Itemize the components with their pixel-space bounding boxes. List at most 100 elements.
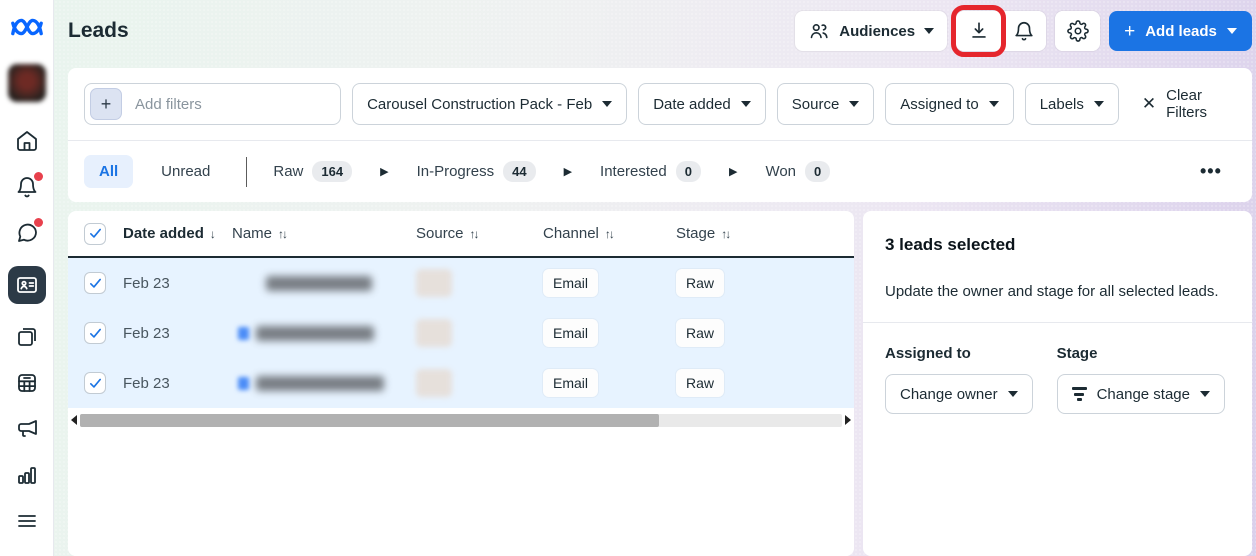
chevron-down-icon xyxy=(924,28,935,34)
cell-channel: Email xyxy=(543,319,676,347)
add-leads-button[interactable]: + Add leads xyxy=(1109,11,1252,51)
date-added-filter-label: Date added xyxy=(653,95,731,113)
contact-card-icon xyxy=(16,277,37,293)
sort-icon: ↑↓ xyxy=(604,226,615,241)
gear-icon xyxy=(1066,20,1089,42)
cell-source-redacted xyxy=(416,269,543,297)
column-header-channel[interactable]: Channel ↑↓ xyxy=(543,225,676,242)
tab-interested-count: 0 xyxy=(675,161,701,182)
column-header-date-added[interactable]: Date added ↓ xyxy=(123,225,232,242)
panel-divider xyxy=(863,322,1252,323)
source-filter-dropdown[interactable]: Source xyxy=(776,83,875,125)
table-row[interactable]: Feb 23 Email Raw xyxy=(68,358,854,408)
filter-bar: + Add filters Carousel Construction Pack… xyxy=(68,68,1252,141)
table-empty-space xyxy=(68,427,854,556)
settings-button[interactable] xyxy=(1055,11,1101,51)
tabs-overflow-menu[interactable]: ••• xyxy=(1200,161,1236,182)
left-sidebar xyxy=(0,0,54,556)
tab-raw[interactable]: Raw 164 xyxy=(267,161,358,182)
horizontal-scrollbar xyxy=(68,413,854,427)
sidebar-item-ads[interactable] xyxy=(14,416,40,442)
sort-icon: ↑↓ xyxy=(721,226,731,241)
cell-channel: Email xyxy=(543,369,676,397)
content-row: Date added ↓ Name ↑↓ Source ↑↓ Channel ↑… xyxy=(68,211,1252,556)
form-selector-dropdown[interactable]: Carousel Construction Pack - Feb xyxy=(352,83,628,125)
row-checkbox[interactable] xyxy=(84,372,106,394)
people-icon xyxy=(810,24,828,39)
sidebar-item-home[interactable] xyxy=(14,128,40,154)
change-owner-dropdown[interactable]: Change owner xyxy=(885,374,1033,414)
sidebar-item-messages[interactable] xyxy=(14,218,43,246)
labels-filter-dropdown[interactable]: Labels xyxy=(1024,83,1119,125)
assigned-to-filter-dropdown[interactable]: Assigned to xyxy=(885,83,1014,125)
labels-filter-label: Labels xyxy=(1039,95,1084,113)
sidebar-item-notifications[interactable] xyxy=(14,172,43,200)
scrollbar-track[interactable] xyxy=(80,413,842,427)
audiences-button[interactable]: Audiences xyxy=(795,11,948,51)
table-row[interactable]: Feb 23 Email Raw xyxy=(68,258,854,308)
sort-icon: ↑↓ xyxy=(469,226,480,241)
cell-stage: Raw xyxy=(676,319,854,347)
notification-badge xyxy=(33,172,43,181)
chevron-down-icon xyxy=(740,101,751,107)
notifications-button[interactable] xyxy=(1001,11,1047,51)
tab-all[interactable]: All xyxy=(84,155,134,188)
clear-filters-label: Clear Filters xyxy=(1166,87,1207,121)
megaphone-icon xyxy=(17,420,37,437)
meta-logo-icon[interactable] xyxy=(10,10,44,44)
home-icon xyxy=(16,131,37,151)
pages-icon xyxy=(17,328,36,346)
tab-interested[interactable]: Interested 0 xyxy=(594,161,707,182)
export-leads-button[interactable] xyxy=(951,5,1007,57)
page-title: Leads xyxy=(68,19,129,42)
select-all-checkbox[interactable] xyxy=(84,222,106,245)
column-header-stage[interactable]: Stage ↑↓ xyxy=(676,225,854,242)
cell-channel: Email xyxy=(543,269,676,297)
pipeline-arrow-icon: ▶ xyxy=(563,166,573,178)
tab-unread[interactable]: Unread xyxy=(145,155,226,188)
column-header-name[interactable]: Name ↑↓ xyxy=(232,225,416,242)
scroll-right-arrow[interactable] xyxy=(845,415,851,425)
business-avatar[interactable] xyxy=(7,64,46,102)
form-selector-value: Carousel Construction Pack - Feb xyxy=(367,95,593,113)
sidebar-nav xyxy=(7,128,46,534)
row-checkbox[interactable] xyxy=(84,272,106,294)
table-row[interactable]: Feb 23 Email Raw xyxy=(68,308,854,358)
row-checkbox[interactable] xyxy=(84,322,106,344)
chevron-down-icon xyxy=(602,101,613,107)
tab-won[interactable]: Won 0 xyxy=(759,161,836,182)
pipeline-arrow-icon: ▶ xyxy=(728,166,738,178)
scrollbar-thumb[interactable] xyxy=(80,413,660,427)
add-filters-input[interactable]: + Add filters xyxy=(84,83,342,125)
sidebar-item-insights[interactable] xyxy=(14,462,40,488)
settings-button-group xyxy=(1055,11,1101,51)
message-badge xyxy=(33,218,43,227)
clear-filters-button[interactable]: ✕ Clear Filters xyxy=(1142,87,1236,121)
date-added-filter-dropdown[interactable]: Date added xyxy=(638,83,766,125)
tab-won-label: Won xyxy=(765,163,797,180)
date-added-header-label: Date added xyxy=(123,225,204,242)
cell-stage: Raw xyxy=(676,269,854,297)
sidebar-item-all-tools[interactable] xyxy=(14,508,40,534)
cell-name-redacted xyxy=(232,375,416,391)
stage-tabs-bar: All Unread Raw 164 ▶ In-Progress 44 ▶ In… xyxy=(68,141,1252,202)
add-filter-plus-button[interactable]: + xyxy=(90,88,122,120)
scroll-left-arrow[interactable] xyxy=(71,415,77,425)
close-icon: ✕ xyxy=(1141,94,1157,113)
tab-raw-label: Raw xyxy=(273,163,304,180)
sidebar-item-leads[interactable] xyxy=(7,266,46,304)
main-area: Leads Audiences + Add leads + Add filter… xyxy=(54,0,1256,556)
stage-header-label: Stage xyxy=(676,225,716,242)
cell-name-redacted xyxy=(232,325,416,341)
change-stage-dropdown[interactable]: Change stage xyxy=(1056,374,1225,414)
channel-header-label: Channel xyxy=(543,225,599,242)
bell-icon xyxy=(1014,22,1033,41)
column-header-source[interactable]: Source ↑↓ xyxy=(416,225,543,242)
utility-button-group xyxy=(951,5,1047,57)
sidebar-item-planner[interactable] xyxy=(14,370,40,396)
chevron-down-icon xyxy=(849,101,860,107)
sidebar-item-pages[interactable] xyxy=(14,324,40,350)
bar-chart-icon xyxy=(17,467,36,484)
panel-controls: Assigned to Change owner Stage Change st… xyxy=(885,345,1230,414)
tab-in-progress[interactable]: In-Progress 44 xyxy=(411,161,542,182)
